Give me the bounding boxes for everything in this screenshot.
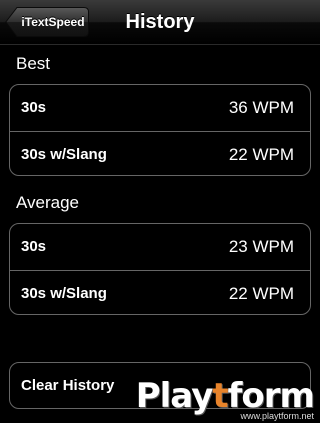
average-section-header: Average [16, 193, 80, 212]
clear-history-label: Clear History [21, 377, 115, 394]
back-button[interactable]: iTextSpeed [5, 7, 89, 37]
table-row: 30s w/Slang 22 WPM [10, 270, 310, 314]
best-section-header: Best [16, 54, 51, 73]
watermark: Playtform www.playtform.net [135, 376, 315, 421]
mode-label: 30s [21, 238, 47, 255]
table-row: 30s 23 WPM [10, 224, 310, 270]
mode-label: 30s w/Slang [21, 285, 107, 302]
mode-label: 30s [21, 99, 47, 116]
wpm-value: 22 WPM [228, 145, 294, 164]
best-results-group: 30s 36 WPM 30s w/Slang 22 WPM [9, 84, 311, 176]
wpm-value: 23 WPM [228, 237, 294, 256]
back-button-label: iTextSpeed [21, 15, 85, 29]
watermark-logo-accent: t [212, 376, 228, 416]
table-row: 30s 36 WPM [10, 85, 310, 131]
wpm-value: 22 WPM [228, 284, 294, 303]
page-title: History [125, 11, 195, 33]
watermark-logo-suffix: form [227, 376, 315, 416]
watermark-logo: Playtform [135, 376, 315, 416]
mode-label: 30s w/Slang [21, 146, 107, 163]
navigation-bar: iTextSpeed History [0, 0, 320, 45]
wpm-value: 36 WPM [228, 98, 294, 117]
average-results-group: 30s 23 WPM 30s w/Slang 22 WPM [9, 223, 311, 315]
watermark-logo-prefix: Play [135, 376, 214, 416]
table-row: 30s w/Slang 22 WPM [10, 131, 310, 175]
